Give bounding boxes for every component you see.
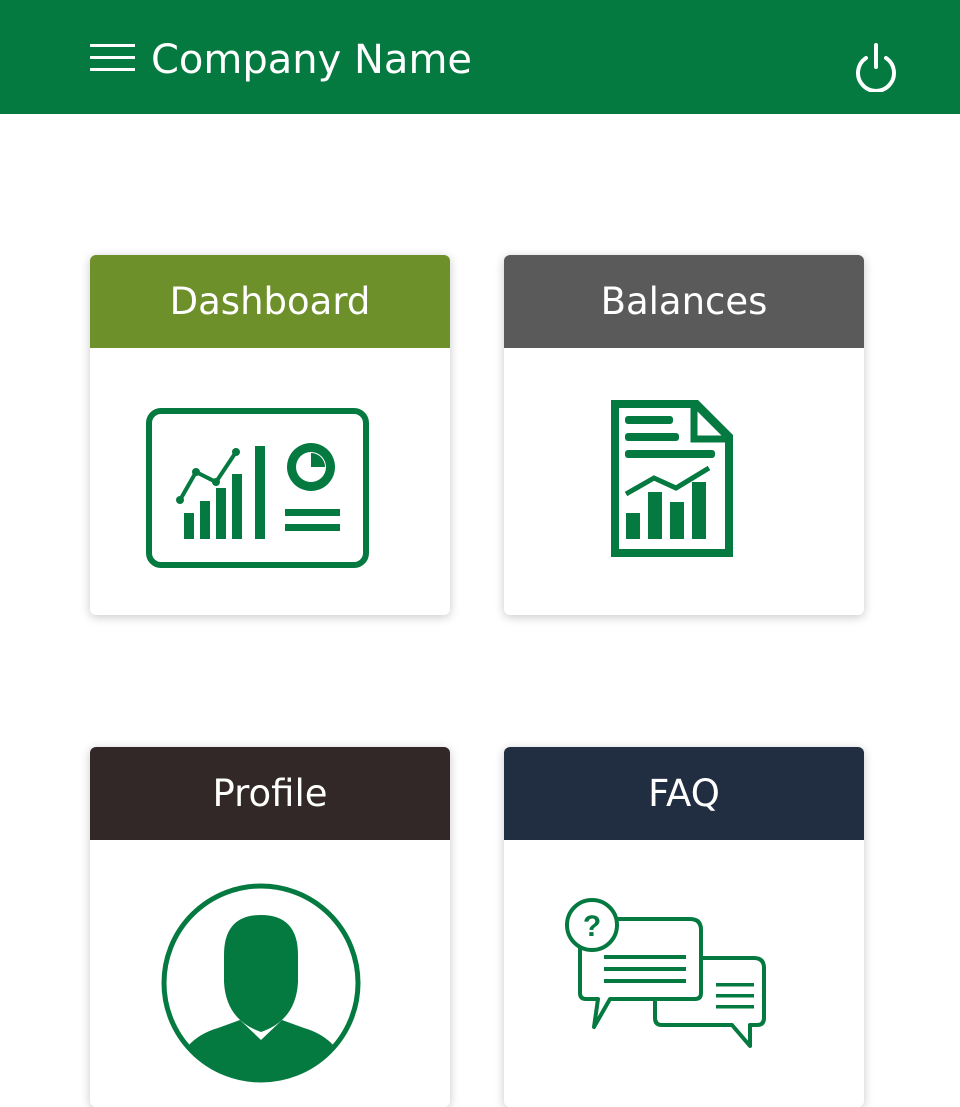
company-name-title: Company Name xyxy=(151,37,473,83)
user-avatar-icon xyxy=(161,883,361,1083)
report-document-icon xyxy=(611,400,733,557)
balances-tile[interactable]: Balances xyxy=(504,255,864,615)
profile-tile[interactable]: Profile xyxy=(90,747,450,1107)
profile-tile-header: Profile xyxy=(90,747,450,840)
app-header: Company Name xyxy=(0,0,960,114)
dashboard-tile[interactable]: Dashboard xyxy=(90,255,450,615)
balances-tile-header: Balances xyxy=(504,255,864,348)
power-icon[interactable] xyxy=(852,42,900,92)
profile-tile-body xyxy=(90,840,450,1107)
faq-tile-header: FAQ xyxy=(504,747,864,840)
hamburger-menu-icon[interactable] xyxy=(90,44,136,74)
svg-text:?: ? xyxy=(583,910,601,943)
faq-tile-body: ? xyxy=(504,840,864,1107)
dashboard-tile-header: Dashboard xyxy=(90,255,450,348)
dashboard-tile-body xyxy=(90,348,450,615)
balances-tile-body xyxy=(504,348,864,615)
faq-chat-bubbles-icon: ? xyxy=(565,898,766,1048)
faq-tile[interactable]: FAQ ? xyxy=(504,747,864,1107)
dashboard-chart-icon xyxy=(146,408,369,568)
